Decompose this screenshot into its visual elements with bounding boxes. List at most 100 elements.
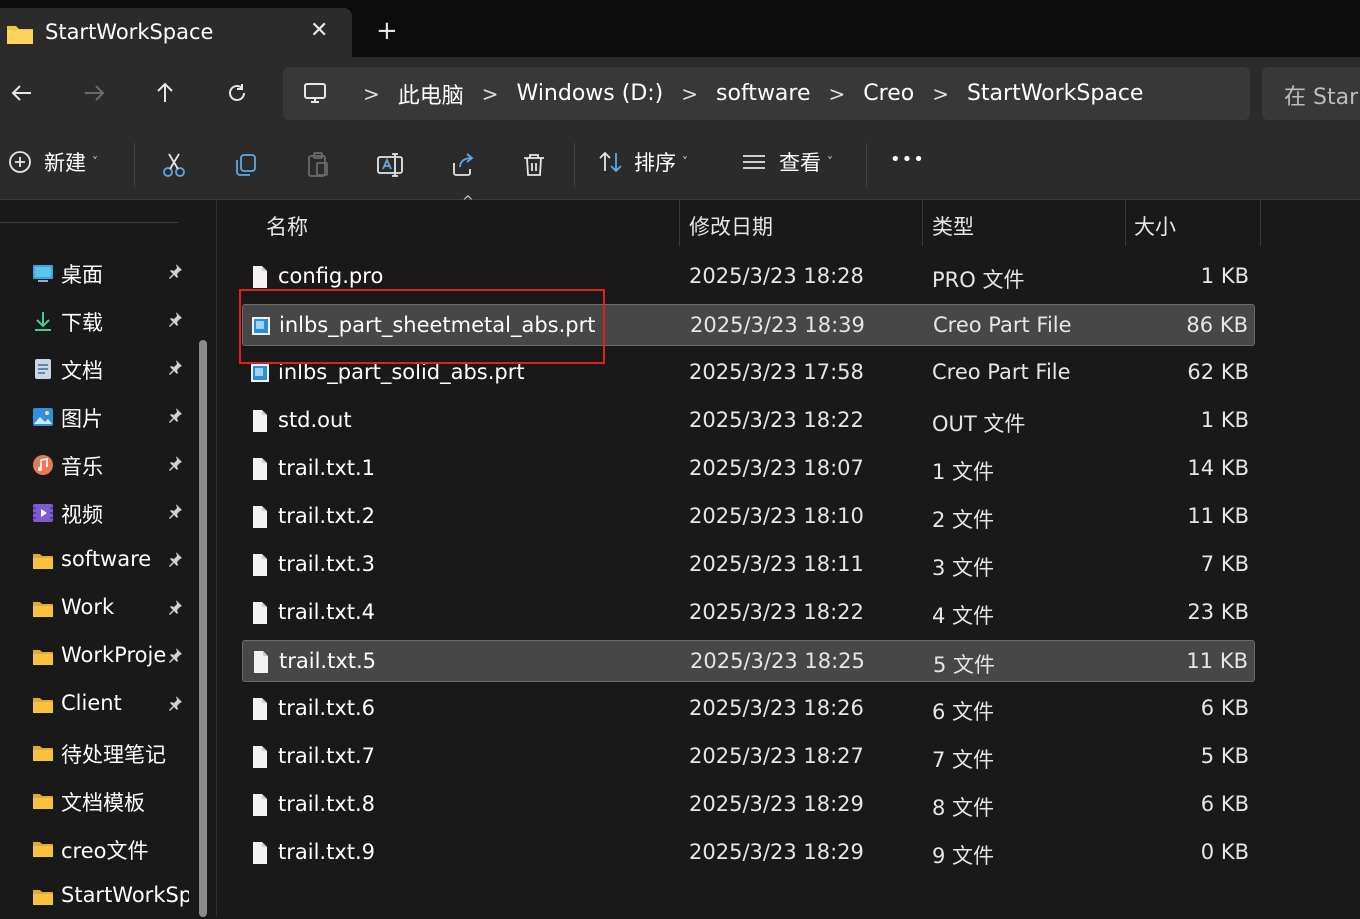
breadcrumb-this-pc[interactable]: 此电脑 — [398, 78, 464, 110]
pin-icon[interactable] — [167, 551, 183, 571]
file-row[interactable]: trail.txt.7 2025/3/23 18:27 7 文件 5 KB — [242, 736, 1255, 778]
sidebar-item-workproje[interactable]: WorkProje — [0, 635, 196, 679]
delete-icon[interactable] — [520, 151, 548, 179]
breadcrumb-separator[interactable]: > — [681, 82, 698, 106]
file-type: 9 文件 — [932, 844, 995, 868]
file-type: Creo Part File — [932, 360, 1071, 384]
plus-circle-icon — [9, 151, 31, 173]
file-row[interactable]: trail.txt.8 2025/3/23 18:29 8 文件 6 KB — [242, 784, 1255, 826]
breadcrumb-software[interactable]: software — [716, 81, 810, 106]
pin-icon[interactable] — [167, 455, 183, 475]
sidebar-item-图片[interactable]: 图片 — [0, 395, 196, 439]
up-button[interactable] — [149, 77, 181, 109]
sidebar-item-待处理笔记[interactable]: 待处理笔记 — [0, 731, 196, 775]
file-row[interactable]: trail.txt.3 2025/3/23 18:11 3 文件 7 KB — [242, 544, 1255, 586]
file-row[interactable]: trail.txt.6 2025/3/23 18:26 6 文件 6 KB — [242, 688, 1255, 730]
new-label: 新建 — [44, 151, 86, 175]
breadcrumb-separator[interactable]: > — [363, 82, 380, 106]
pin-icon[interactable] — [167, 311, 183, 331]
column-header-name[interactable]: 名称 — [266, 211, 308, 241]
file-size: 1 KB — [1200, 264, 1249, 288]
pin-icon[interactable] — [167, 503, 183, 523]
column-divider[interactable] — [679, 200, 680, 246]
pane-divider[interactable] — [216, 200, 217, 917]
file-row[interactable]: trail.txt.5 2025/3/23 18:25 5 文件 11 KB — [242, 640, 1255, 682]
new-tab-button[interactable]: + — [376, 16, 398, 46]
breadcrumb-separator[interactable]: > — [829, 82, 846, 106]
view-list-icon — [743, 155, 765, 169]
file-row[interactable]: trail.txt.1 2025/3/23 18:07 1 文件 14 KB — [242, 448, 1255, 490]
title-bar: StartWorkSpace ✕ + — [0, 0, 1360, 57]
paste-icon[interactable] — [304, 151, 332, 179]
breadcrumb-windows-d[interactable]: Windows (D:) — [517, 81, 664, 106]
breadcrumb-separator[interactable]: > — [482, 82, 499, 106]
sidebar-item-下载[interactable]: 下载 — [0, 299, 196, 343]
file-name: trail.txt.2 — [278, 504, 376, 528]
file-type: OUT 文件 — [932, 412, 1026, 436]
address-bar[interactable]: > 此电脑 > Windows (D:) > software > Creo >… — [283, 67, 1250, 120]
creo-part-file-icon — [250, 361, 270, 385]
music-icon — [32, 454, 54, 476]
sidebar-scrollbar-thumb[interactable] — [199, 340, 207, 917]
file-type: 8 文件 — [932, 796, 995, 820]
file-type: Creo Part File — [933, 313, 1072, 337]
sidebar-item-client[interactable]: Client — [0, 683, 196, 727]
breadcrumb-separator[interactable]: > — [932, 82, 949, 106]
more-options-button[interactable]: ••• — [890, 149, 925, 170]
breadcrumb-startworkspace[interactable]: StartWorkSpace — [967, 81, 1144, 106]
sidebar-item-文档[interactable]: 文档 — [0, 347, 196, 391]
sidebar-item-software[interactable]: software — [0, 539, 196, 583]
file-type: 6 文件 — [932, 700, 995, 724]
share-icon[interactable] — [448, 151, 476, 179]
column-divider[interactable] — [1260, 200, 1261, 246]
pin-icon[interactable] — [167, 647, 183, 667]
computer-icon — [304, 83, 326, 103]
pin-icon[interactable] — [167, 263, 183, 283]
file-modified-date: 2025/3/23 17:58 — [689, 360, 864, 384]
file-size: 0 KB — [1200, 840, 1249, 864]
rename-icon[interactable] — [376, 151, 404, 179]
file-row[interactable]: trail.txt.4 2025/3/23 18:22 4 文件 23 KB — [242, 592, 1255, 634]
back-button[interactable] — [6, 77, 38, 109]
file-type: 5 文件 — [933, 653, 996, 677]
search-input[interactable]: 在 Star — [1262, 67, 1360, 120]
tab-startworkspace[interactable]: StartWorkSpace ✕ — [0, 8, 352, 57]
file-type: 2 文件 — [932, 508, 995, 532]
cut-icon[interactable] — [160, 151, 188, 179]
sort-button[interactable]: 排序 ˅ — [598, 147, 688, 177]
file-type: 4 文件 — [932, 604, 995, 628]
column-header-type[interactable]: 类型 — [932, 211, 974, 241]
pin-icon[interactable] — [167, 599, 183, 619]
pin-icon[interactable] — [167, 359, 183, 379]
file-icon — [250, 457, 270, 481]
file-row[interactable]: std.out 2025/3/23 18:22 OUT 文件 1 KB — [242, 400, 1255, 442]
close-tab-icon[interactable]: ✕ — [310, 18, 328, 43]
sidebar-item-creo文件[interactable]: creo文件 — [0, 827, 196, 871]
sidebar-item-work[interactable]: Work — [0, 587, 196, 631]
sidebar-item-startworksp[interactable]: StartWorkSp — [0, 875, 196, 919]
column-header-size[interactable]: 大小 — [1134, 211, 1176, 241]
command-bar: 新建 ˅ 排序 ˅ 查看 ˅ ••• — [0, 129, 1360, 200]
sidebar-item-音乐[interactable]: 音乐 — [0, 443, 196, 487]
file-icon — [250, 697, 270, 721]
breadcrumb-creo[interactable]: Creo — [863, 81, 914, 106]
pin-icon[interactable] — [167, 695, 183, 715]
sidebar-item-桌面[interactable]: 桌面 — [0, 251, 196, 295]
view-button[interactable]: 查看 ˅ — [741, 147, 833, 177]
pin-icon[interactable] — [167, 407, 183, 427]
file-modified-date: 2025/3/23 18:39 — [690, 313, 865, 337]
forward-button[interactable] — [78, 77, 110, 109]
file-row[interactable]: trail.txt.2 2025/3/23 18:10 2 文件 11 KB — [242, 496, 1255, 538]
file-row[interactable]: trail.txt.9 2025/3/23 18:29 9 文件 0 KB — [242, 832, 1255, 874]
new-button[interactable]: 新建 ˅ — [8, 147, 98, 177]
sidebar-item-视频[interactable]: 视频 — [0, 491, 196, 535]
breadcrumb: > 此电脑 > Windows (D:) > software > Creo >… — [345, 67, 1143, 120]
refresh-button[interactable] — [221, 77, 253, 109]
column-header-date[interactable]: 修改日期 — [689, 211, 773, 241]
file-type: 3 文件 — [932, 556, 995, 580]
copy-icon[interactable] — [232, 151, 260, 179]
sidebar-item-文档模板[interactable]: 文档模板 — [0, 779, 196, 823]
column-divider[interactable] — [1125, 200, 1126, 246]
file-size: 1 KB — [1200, 408, 1249, 432]
column-divider[interactable] — [922, 200, 923, 246]
